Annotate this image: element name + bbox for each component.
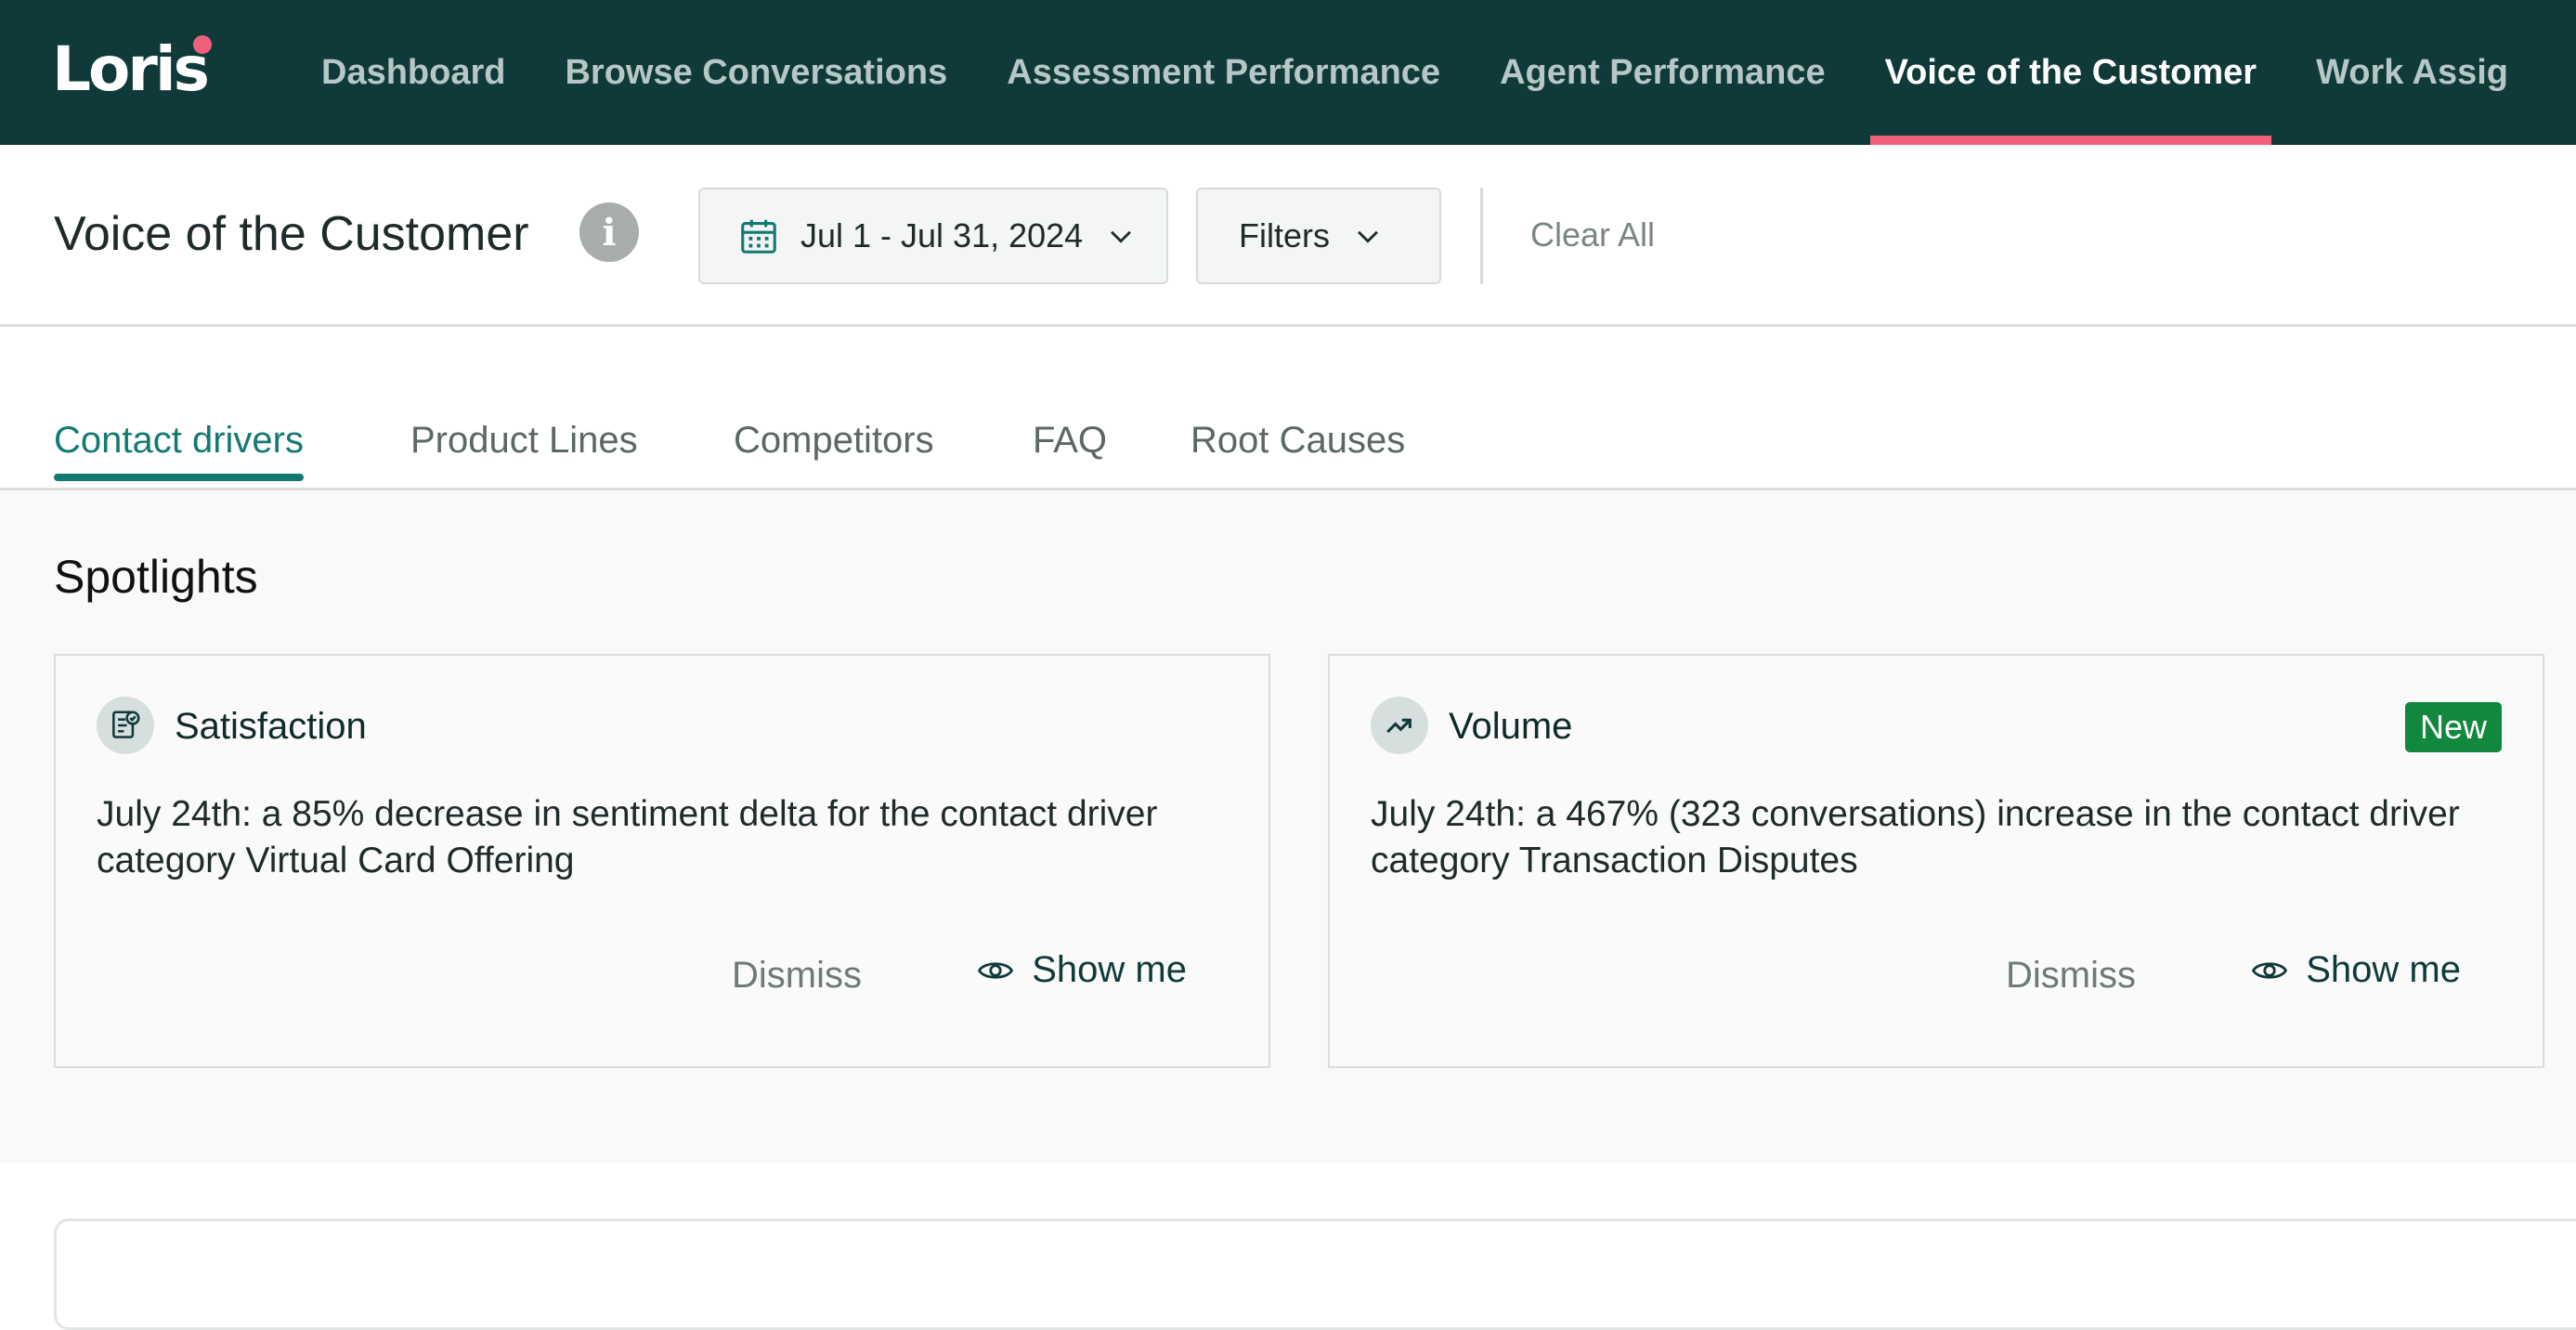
dismiss-button[interactable]: Dismiss <box>732 955 862 997</box>
clear-all-button[interactable]: Clear All <box>1530 215 1655 254</box>
show-me-label: Show me <box>2306 949 2461 990</box>
new-badge: New <box>2404 702 2502 752</box>
content-panel <box>54 1219 2576 1330</box>
filters-button[interactable]: Filters <box>1196 188 1441 284</box>
tab-competitors[interactable]: Competitors <box>734 420 934 462</box>
spotlight-card-description: July 24th: a 467% (323 conversations) in… <box>1371 794 2460 880</box>
header-divider <box>1480 188 1483 284</box>
info-icon[interactable]: i <box>579 202 639 262</box>
spotlights-section: Spotlights Satisfaction July 24th: a 85%… <box>0 490 2576 1163</box>
chevron-down-icon <box>1111 230 1132 243</box>
report-icon <box>97 697 154 754</box>
logo-text: Loris <box>52 33 210 105</box>
eye-icon <box>978 961 1014 979</box>
spotlight-card-satisfaction: Satisfaction July 24th: a 85% decrease i… <box>54 654 1270 1068</box>
spotlight-card-volume: Volume New July 24th: a 467% (323 conver… <box>1328 654 2544 1068</box>
tab-product-lines[interactable]: Product Lines <box>410 420 638 462</box>
spotlight-card-description: July 24th: a 85% decrease in sentiment d… <box>97 794 1158 880</box>
nav-item-assessment-performance[interactable]: Assessment Performance <box>977 0 1470 145</box>
spotlight-card-title: Satisfaction <box>175 706 367 747</box>
nav-item-browse-conversations[interactable]: Browse Conversations <box>535 0 977 145</box>
loris-logo[interactable]: Loris <box>52 32 212 106</box>
nav-item-voice-of-the-customer[interactable]: Voice of the Customer <box>1855 0 2286 145</box>
nav-item-agent-performance[interactable]: Agent Performance <box>1470 0 1855 145</box>
date-range-picker[interactable]: Jul 1 - Jul 31, 2024 <box>698 188 1168 284</box>
spotlights-title: Spotlights <box>54 551 258 603</box>
tab-root-causes[interactable]: Root Causes <box>1190 420 1405 462</box>
show-me-label: Show me <box>1032 949 1187 990</box>
page-title: Voice of the Customer <box>54 207 529 261</box>
calendar-icon <box>741 219 776 254</box>
chevron-down-icon <box>1358 230 1378 243</box>
logo-dot <box>193 35 212 54</box>
show-me-button[interactable]: Show me <box>2250 949 2461 991</box>
page-header: Voice of the Customer i Jul 1 - Jul 31, … <box>0 145 2576 327</box>
eye-icon <box>2252 961 2288 979</box>
spotlight-card-title: Volume <box>1449 706 1573 747</box>
nav-item-dashboard[interactable]: Dashboard <box>292 0 535 145</box>
show-me-button[interactable]: Show me <box>976 949 1187 991</box>
date-range-label: Jul 1 - Jul 31, 2024 <box>800 216 1084 254</box>
nav-items: Dashboard Browse Conversations Assessmen… <box>292 0 2538 145</box>
trending-up-icon <box>1371 697 1428 754</box>
tab-bar: Contact drivers Product Lines Competitor… <box>0 327 2576 490</box>
filters-label: Filters <box>1239 216 1330 254</box>
dismiss-button[interactable]: Dismiss <box>2006 955 2136 997</box>
top-navigation-bar: Loris Dashboard Browse Conversations Ass… <box>0 0 2576 145</box>
tab-faq[interactable]: FAQ <box>1033 420 1107 462</box>
nav-item-work-assignments[interactable]: Work Assig <box>2286 0 2538 145</box>
tab-contact-drivers[interactable]: Contact drivers <box>54 420 304 481</box>
